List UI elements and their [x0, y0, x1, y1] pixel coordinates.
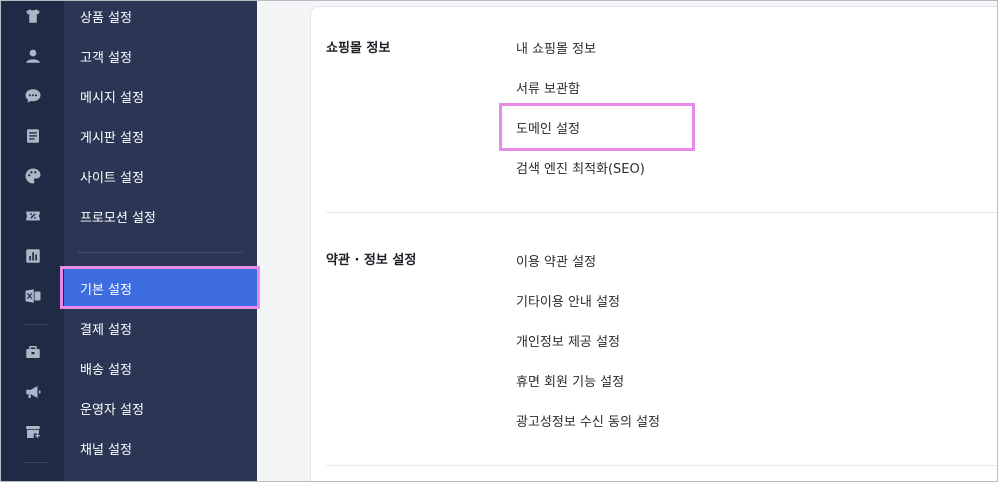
- link-terms-of-use[interactable]: 이용 약관 설정: [516, 251, 596, 270]
- section-title-shop-info: 쇼핑몰 정보: [326, 41, 391, 56]
- subnav-item-label: 운영자 설정: [80, 402, 144, 418]
- subnav-item-label: 결제 설정: [80, 322, 132, 338]
- section-divider: [326, 212, 998, 213]
- link-domain-settings[interactable]: 도메인 설정: [516, 118, 580, 137]
- palette-icon[interactable]: [24, 167, 42, 185]
- subnav-item-label: 기본 설정: [80, 282, 132, 298]
- section-title-terms-info: 약관 · 정보 설정: [326, 253, 417, 268]
- subnav-item-label: 메시지 설정: [80, 90, 144, 106]
- subnav-item-payment-settings[interactable]: 결제 설정: [64, 308, 257, 348]
- icon-divider-bottom: [24, 462, 48, 463]
- chat-icon[interactable]: [24, 87, 42, 105]
- settings-subnav: 상품 설정 고객 설정 메시지 설정 게시판 설정 사이트 설정 프로모션 설정…: [64, 0, 257, 482]
- subnav-item-label: 게시판 설정: [80, 130, 144, 146]
- subnav-item-site-settings[interactable]: 사이트 설정: [64, 156, 257, 196]
- link-privacy-provision[interactable]: 개인정보 제공 설정: [516, 331, 620, 350]
- icon-sidebar: [0, 0, 64, 482]
- shirt-icon[interactable]: [24, 7, 42, 25]
- link-dormant-member[interactable]: 휴면 회원 기능 설정: [516, 371, 624, 390]
- subnav-item-product-settings[interactable]: 상품 설정: [64, 0, 257, 36]
- icon-divider: [24, 324, 48, 325]
- subnav-item-label: 배송 설정: [80, 362, 132, 378]
- subnav-item-shipping-settings[interactable]: 배송 설정: [64, 348, 257, 388]
- link-document-box[interactable]: 서류 보관함: [516, 78, 580, 97]
- megaphone-icon[interactable]: [24, 383, 42, 401]
- subnav-item-customer-settings[interactable]: 고객 설정: [64, 36, 257, 76]
- subnav-item-channel-settings[interactable]: 채널 설정: [64, 428, 257, 468]
- user-icon[interactable]: [24, 47, 42, 65]
- add-store-icon[interactable]: [24, 423, 42, 441]
- link-seo[interactable]: 검색 엔진 최적화(SEO): [516, 158, 645, 177]
- subnav-item-operator-settings[interactable]: 운영자 설정: [64, 388, 257, 428]
- board-icon[interactable]: [24, 127, 42, 145]
- subnav-item-message-settings[interactable]: 메시지 설정: [64, 76, 257, 116]
- subnav-item-promotion-settings[interactable]: 프로모션 설정: [64, 196, 257, 236]
- section-divider-bottom: [326, 465, 998, 466]
- link-ad-consent[interactable]: 광고성정보 수신 동의 설정: [516, 411, 660, 430]
- excel-icon[interactable]: [24, 287, 42, 305]
- subnav-item-label: 사이트 설정: [80, 170, 144, 186]
- store-settings-icon[interactable]: [24, 343, 42, 361]
- subnav-item-label: 상품 설정: [80, 10, 132, 26]
- subnav-item-label: 프로모션 설정: [80, 210, 156, 226]
- subnav-divider: [78, 252, 243, 253]
- subnav-item-basic-settings[interactable]: 기본 설정: [64, 268, 257, 308]
- bar-chart-icon[interactable]: [24, 247, 42, 265]
- link-my-shop-info[interactable]: 내 쇼핑몰 정보: [516, 38, 596, 57]
- percent-ticket-icon[interactable]: [24, 207, 42, 225]
- subnav-item-label: 채널 설정: [80, 442, 132, 458]
- link-other-usage-guide[interactable]: 기타이용 안내 설정: [516, 291, 620, 310]
- subnav-item-board-settings[interactable]: 게시판 설정: [64, 116, 257, 156]
- main-content: 쇼핑몰 정보 내 쇼핑몰 정보 서류 보관함 도메인 설정 검색 엔진 최적화(…: [257, 0, 998, 482]
- subnav-item-label: 고객 설정: [80, 50, 132, 66]
